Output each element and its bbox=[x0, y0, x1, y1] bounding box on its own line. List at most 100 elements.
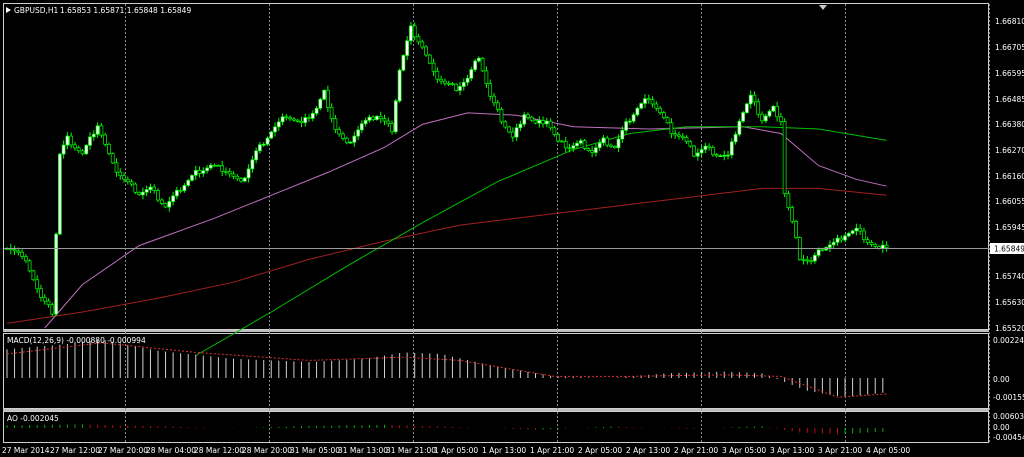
candle bbox=[692, 144, 696, 158]
candle-body bbox=[805, 259, 810, 262]
candle-body bbox=[612, 146, 617, 149]
candle-body bbox=[435, 70, 440, 80]
candle-body bbox=[507, 126, 511, 133]
candle-body bbox=[258, 144, 262, 152]
candle bbox=[729, 138, 734, 159]
candle bbox=[518, 120, 523, 132]
candle-body bbox=[341, 133, 345, 139]
candle bbox=[790, 205, 795, 224]
candle bbox=[276, 117, 281, 131]
candle bbox=[586, 147, 591, 152]
time-tick-label: 3 Apr 13:00 bbox=[770, 446, 814, 455]
candle-body bbox=[499, 109, 504, 123]
time-axis[interactable]: 27 Mar 2014 27 Mar 12:0027 Mar 20:0028 Ma… bbox=[2, 446, 910, 455]
candle-body bbox=[703, 145, 708, 150]
candle bbox=[714, 152, 719, 158]
moving-averages bbox=[6, 112, 887, 356]
candle-body bbox=[711, 147, 715, 155]
candle bbox=[854, 223, 859, 236]
time-tick-label: 2 Apr 13:00 bbox=[626, 446, 670, 455]
candle-body bbox=[409, 25, 413, 42]
candle-body bbox=[873, 244, 878, 247]
candle bbox=[439, 75, 443, 85]
candle-body bbox=[869, 242, 874, 245]
candle-body bbox=[242, 177, 247, 182]
candle-body bbox=[597, 142, 602, 148]
candle-body bbox=[235, 175, 240, 180]
candle bbox=[129, 179, 134, 187]
candle-body bbox=[843, 235, 847, 241]
candle-body bbox=[390, 123, 394, 133]
candle bbox=[318, 97, 323, 111]
candle-body bbox=[54, 233, 58, 315]
candle bbox=[831, 238, 836, 249]
macd-tick-label: -0.00155 bbox=[993, 393, 1024, 402]
candle bbox=[560, 139, 564, 143]
candle bbox=[382, 114, 387, 126]
candle-body bbox=[171, 195, 175, 202]
chart-canvas[interactable]: GBPUSD,H1 1.65853 1.65871 1.65848 1.6584… bbox=[0, 0, 1024, 457]
candle-body bbox=[148, 186, 153, 191]
candle-body bbox=[107, 143, 111, 154]
candle bbox=[628, 118, 632, 125]
candle-body bbox=[39, 288, 43, 298]
candle bbox=[477, 56, 481, 63]
candle-body bbox=[412, 25, 417, 38]
candle bbox=[258, 141, 262, 154]
candle-body bbox=[239, 178, 243, 182]
candle bbox=[669, 118, 674, 139]
candle bbox=[752, 91, 757, 106]
candle bbox=[601, 135, 606, 146]
candle-body bbox=[224, 171, 228, 173]
candle-body bbox=[144, 189, 149, 193]
price-tick-label: 1.65630 bbox=[995, 298, 1024, 307]
price-axis[interactable]: 1.66810 1.66705 1.66595 1.66485 1.66380 … bbox=[995, 17, 1024, 333]
candle-body bbox=[375, 115, 379, 120]
candle-body bbox=[156, 190, 160, 201]
candle bbox=[239, 177, 243, 183]
ao-label: AO -0.002045 bbox=[7, 414, 59, 423]
candle bbox=[61, 140, 66, 159]
macd-indicator bbox=[6, 340, 887, 398]
candle-body bbox=[397, 69, 402, 102]
candle-body bbox=[733, 134, 738, 143]
candle-body bbox=[431, 62, 436, 72]
current-price-label: 1.65849 bbox=[994, 245, 1024, 254]
candle bbox=[284, 114, 289, 121]
candle bbox=[658, 106, 662, 115]
candle bbox=[54, 232, 58, 316]
candle bbox=[703, 142, 708, 153]
candle-body bbox=[118, 171, 123, 177]
candle-body bbox=[635, 108, 640, 116]
candle-body bbox=[605, 137, 610, 146]
price-tick-label: 1.66270 bbox=[995, 146, 1024, 155]
candle bbox=[427, 53, 432, 65]
candle-body bbox=[865, 239, 870, 243]
candle bbox=[148, 183, 153, 194]
time-tick-label: 2 Apr 05:00 bbox=[578, 446, 622, 455]
candle bbox=[745, 102, 749, 114]
candle bbox=[526, 112, 530, 120]
candle bbox=[756, 98, 761, 118]
candle-body bbox=[193, 170, 198, 176]
candle bbox=[424, 45, 428, 57]
candle bbox=[156, 188, 160, 203]
candle bbox=[454, 83, 459, 92]
candle bbox=[420, 39, 425, 50]
candle-body bbox=[488, 83, 493, 97]
candle-body bbox=[186, 180, 191, 186]
candle bbox=[329, 103, 334, 123]
candle-body bbox=[326, 89, 330, 108]
candle bbox=[707, 143, 711, 151]
candle-body bbox=[461, 82, 466, 87]
candle-body bbox=[813, 255, 817, 262]
candle-body bbox=[522, 114, 527, 125]
candle-body bbox=[495, 102, 500, 110]
candle bbox=[242, 176, 247, 183]
candle-body bbox=[677, 134, 681, 137]
chart-shift-marker-icon[interactable] bbox=[819, 5, 827, 10]
candle bbox=[605, 135, 610, 148]
candle-body bbox=[620, 129, 625, 140]
time-tick-label: 1 Apr 05:00 bbox=[434, 446, 478, 455]
candle-body bbox=[393, 100, 398, 133]
